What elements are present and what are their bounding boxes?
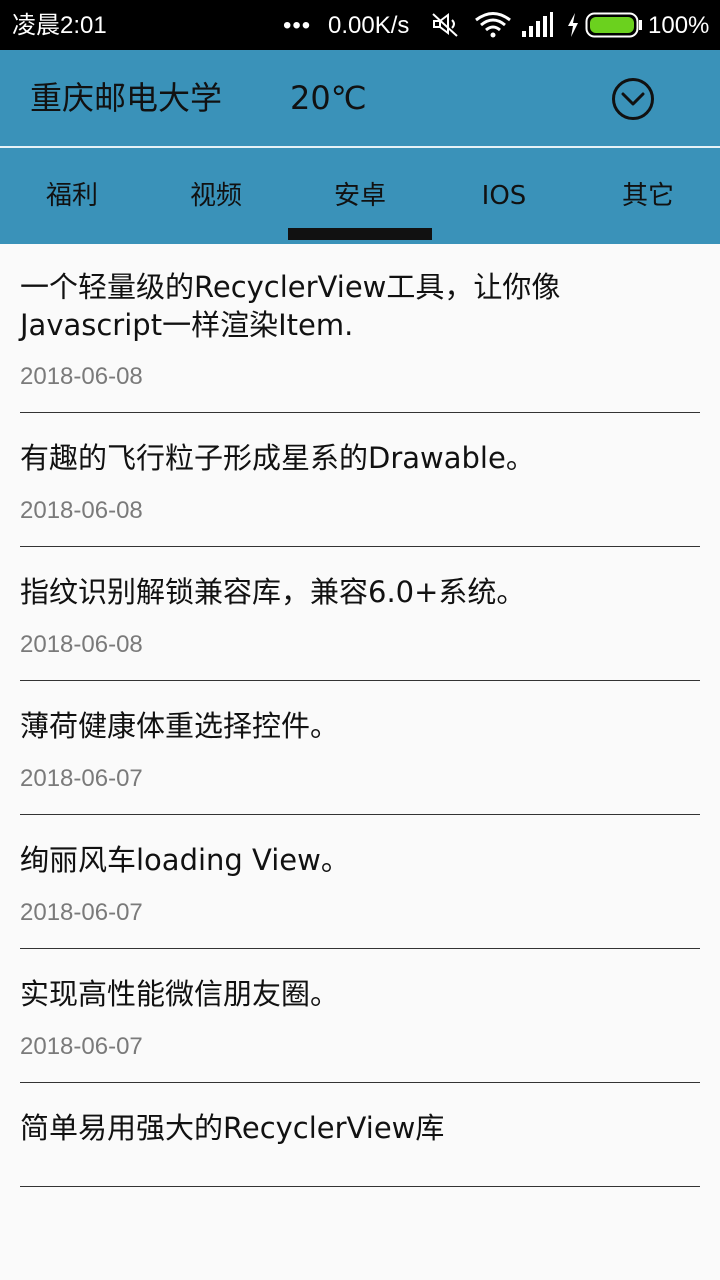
article-date: 2018-06-07 bbox=[20, 765, 143, 792]
signal-icon bbox=[520, 11, 554, 46]
city-name: 重庆邮电大学 bbox=[30, 79, 223, 117]
tab-android[interactable]: 安卓 bbox=[288, 148, 432, 244]
category-tabs: 福利 视频 安卓 IOS 其它 bbox=[0, 148, 720, 244]
list-item[interactable]: 一个轻量级的RecyclerView工具，让你像Javascript一样渲染It… bbox=[20, 244, 700, 413]
chevron-down-circle-icon[interactable] bbox=[610, 76, 656, 122]
tab-label: 福利 bbox=[45, 181, 98, 211]
list-item[interactable]: 有趣的飞行粒子形成星系的Drawable。 2018-06-08 bbox=[20, 413, 700, 547]
article-title: 实现高性能微信朋友圈。 bbox=[20, 977, 340, 1011]
app-bar: 重庆邮电大学 20℃ bbox=[0, 50, 720, 146]
charging-icon bbox=[566, 11, 580, 46]
list-item[interactable]: 实现高性能微信朋友圈。 2018-06-07 bbox=[20, 949, 700, 1083]
article-date: 2018-06-08 bbox=[20, 497, 143, 524]
tab-welfare[interactable]: 福利 bbox=[0, 148, 144, 244]
tab-label: 视频 bbox=[189, 181, 242, 211]
article-title: 指纹识别解锁兼容库，兼容6.0+系统。 bbox=[20, 575, 526, 609]
article-list: 一个轻量级的RecyclerView工具，让你像Javascript一样渲染It… bbox=[0, 244, 720, 1187]
tab-label: IOS bbox=[481, 181, 527, 211]
article-date: 2018-06-07 bbox=[20, 899, 143, 926]
article-date: 2018-06-07 bbox=[20, 1033, 143, 1060]
mute-icon bbox=[430, 11, 462, 46]
article-title: 简单易用强大的RecyclerView库 bbox=[20, 1111, 445, 1145]
list-item[interactable]: 简单易用强大的RecyclerView库 bbox=[20, 1083, 700, 1187]
article-date: 2018-06-08 bbox=[20, 363, 143, 390]
list-item[interactable]: 薄荷健康体重选择控件。 2018-06-07 bbox=[20, 681, 700, 815]
active-tab-indicator bbox=[288, 228, 432, 240]
list-item[interactable]: 指纹识别解锁兼容库，兼容6.0+系统。 2018-06-08 bbox=[20, 547, 700, 681]
status-time: 凌晨2:01 bbox=[12, 12, 107, 39]
battery-icon bbox=[585, 12, 643, 45]
list-item[interactable]: 绚丽风车loading View。 2018-06-07 bbox=[20, 815, 700, 949]
article-title: 绚丽风车loading View。 bbox=[20, 843, 350, 877]
tab-label: 其它 bbox=[621, 181, 674, 211]
article-date: 2018-06-08 bbox=[20, 631, 143, 658]
status-bar: 凌晨2:01 ••• 0.00K/s 100% bbox=[0, 0, 720, 50]
article-title: 薄荷健康体重选择控件。 bbox=[20, 709, 340, 743]
tab-ios[interactable]: IOS bbox=[432, 148, 576, 244]
wifi-icon bbox=[474, 11, 512, 46]
temperature: 20℃ bbox=[290, 79, 367, 117]
article-title: 一个轻量级的RecyclerView工具，让你像Javascript一样渲染It… bbox=[20, 270, 561, 342]
tab-label: 安卓 bbox=[333, 181, 386, 211]
network-speed: 0.00K/s bbox=[328, 12, 410, 39]
battery-percent: 100% bbox=[648, 12, 710, 39]
article-title: 有趣的飞行粒子形成星系的Drawable。 bbox=[20, 441, 535, 475]
tab-video[interactable]: 视频 bbox=[144, 148, 288, 244]
article-date bbox=[20, 1148, 700, 1186]
tab-other[interactable]: 其它 bbox=[576, 148, 720, 244]
notification-dots: ••• bbox=[283, 12, 312, 39]
